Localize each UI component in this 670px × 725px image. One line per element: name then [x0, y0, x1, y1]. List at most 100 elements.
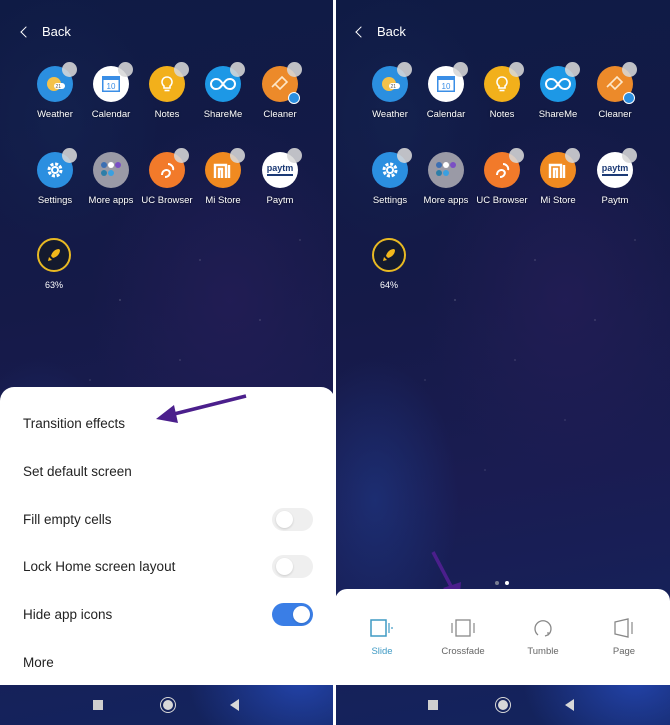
app-label: Settings — [37, 195, 73, 206]
toggle-knob — [276, 557, 293, 575]
gear-icon — [372, 148, 412, 188]
app-label: More apps — [423, 195, 469, 206]
effect-crossfade[interactable]: Crossfade — [428, 617, 498, 657]
effect-page[interactable]: Page — [589, 617, 659, 657]
app-mi-store[interactable]: Mi Store — [526, 148, 590, 206]
menu-set-default-screen[interactable]: Set default screen — [23, 459, 313, 483]
back-button[interactable]: Back — [355, 24, 406, 39]
app-label: Paytm — [266, 195, 294, 206]
calendar-icon: 10 — [428, 62, 468, 102]
gear-icon — [37, 148, 77, 188]
calendar-icon: 10 — [93, 62, 133, 102]
folder-icon — [93, 152, 129, 188]
lightbulb-icon — [149, 62, 189, 102]
select-checkbox[interactable] — [118, 62, 133, 77]
hide-app-icons-toggle[interactable] — [272, 602, 313, 626]
paytm-icon: paytm — [262, 148, 302, 188]
select-checkbox[interactable] — [287, 148, 302, 163]
svg-text:10: 10 — [107, 82, 116, 91]
boost-percent: 64% — [379, 280, 398, 290]
app-cleaner[interactable]: Cleaner — [583, 62, 647, 120]
nav-back-button[interactable] — [230, 699, 239, 711]
select-checkbox[interactable] — [565, 62, 580, 77]
select-checkbox[interactable] — [230, 148, 245, 163]
menu-fill-empty-cells[interactable]: Fill empty cells — [23, 507, 313, 531]
back-label: Back — [377, 24, 406, 39]
boost-widget[interactable]: 63% — [37, 238, 71, 290]
app-calendar[interactable]: 10 Calendar — [79, 62, 143, 120]
slide-icon — [347, 617, 417, 639]
menu-lock-home-screen-layout[interactable]: Lock Home screen layout — [23, 554, 313, 578]
home-edit-panel-left: Back 21 Weather 10 Calendar Notes ShareM… — [0, 0, 335, 725]
app-notes[interactable]: Notes — [135, 62, 199, 120]
app-weather[interactable]: 21 Weather — [358, 62, 422, 120]
home-button[interactable] — [160, 697, 176, 713]
app-settings[interactable]: Settings — [23, 148, 87, 206]
app-label: Mi Store — [205, 195, 241, 206]
page-dot[interactable] — [495, 581, 499, 585]
app-settings[interactable]: Settings — [358, 148, 422, 206]
menu-label: Fill empty cells — [23, 511, 112, 527]
app-label: Weather — [37, 109, 73, 120]
select-checkbox[interactable] — [509, 148, 524, 163]
menu-label: More — [23, 654, 54, 670]
select-checkbox[interactable] — [230, 62, 245, 77]
menu-label: Hide app icons — [23, 606, 113, 622]
svg-text:21: 21 — [391, 84, 397, 90]
fill-empty-cells-toggle[interactable] — [272, 507, 313, 531]
page-dot-active[interactable] — [505, 581, 509, 585]
app-label: More apps — [88, 195, 134, 206]
menu-more[interactable]: More — [23, 650, 313, 674]
app-paytm[interactable]: paytm Paytm — [248, 148, 312, 206]
nav-back-button[interactable] — [565, 699, 574, 711]
app-weather[interactable]: 21 Weather — [23, 62, 87, 120]
select-checkbox[interactable] — [397, 148, 412, 163]
app-cleaner[interactable]: Cleaner — [248, 62, 312, 120]
app-calendar[interactable]: 10 Calendar — [414, 62, 478, 120]
app-folder-more-apps[interactable]: More apps — [414, 152, 478, 206]
lock-layout-toggle[interactable] — [272, 554, 313, 578]
boost-percent: 63% — [44, 280, 63, 290]
app-label: ShareMe — [538, 109, 578, 120]
select-checkbox[interactable] — [622, 62, 637, 77]
select-checkbox[interactable] — [287, 62, 302, 77]
app-mi-store[interactable]: Mi Store — [191, 148, 255, 206]
home-button[interactable] — [495, 697, 511, 713]
recents-button[interactable] — [93, 700, 103, 710]
select-checkbox[interactable] — [174, 148, 189, 163]
app-label: Settings — [372, 195, 408, 206]
app-paytm[interactable]: paytm Paytm — [583, 148, 647, 206]
back-button[interactable]: Back — [20, 24, 71, 39]
mi-icon — [540, 148, 580, 188]
select-checkbox[interactable] — [509, 62, 524, 77]
select-checkbox[interactable] — [622, 148, 637, 163]
paytm-icon: paytm — [597, 148, 637, 188]
effect-slide[interactable]: Slide — [347, 617, 417, 657]
app-shareme[interactable]: ShareMe — [191, 62, 255, 120]
svg-text:10: 10 — [442, 82, 451, 91]
app-shareme[interactable]: ShareMe — [526, 62, 590, 120]
app-notes[interactable]: Notes — [470, 62, 534, 120]
menu-hide-app-icons[interactable]: Hide app icons — [23, 602, 313, 626]
effect-tumble[interactable]: Tumble — [508, 617, 578, 657]
app-folder-more-apps[interactable]: More apps — [79, 152, 143, 206]
select-checkbox[interactable] — [453, 62, 468, 77]
app-label: ShareMe — [203, 109, 243, 120]
select-checkbox[interactable] — [62, 148, 77, 163]
weather-icon: 21 — [37, 62, 77, 102]
infinity-icon — [540, 62, 580, 102]
menu-label: Lock Home screen layout — [23, 558, 176, 574]
app-uc-browser[interactable]: UC Browser — [135, 148, 199, 206]
select-checkbox[interactable] — [397, 62, 412, 77]
infinity-icon — [205, 62, 245, 102]
select-checkbox[interactable] — [62, 62, 77, 77]
select-checkbox[interactable] — [174, 62, 189, 77]
effect-label: Tumble — [527, 646, 559, 657]
options-sheet: Transition effects Set default screen Fi… — [0, 387, 335, 685]
recents-button[interactable] — [428, 700, 438, 710]
boost-widget[interactable]: 64% — [372, 238, 406, 290]
back-label: Back — [42, 24, 71, 39]
app-uc-browser[interactable]: UC Browser — [470, 148, 534, 206]
select-checkbox[interactable] — [565, 148, 580, 163]
shield-badge-icon — [288, 92, 300, 104]
